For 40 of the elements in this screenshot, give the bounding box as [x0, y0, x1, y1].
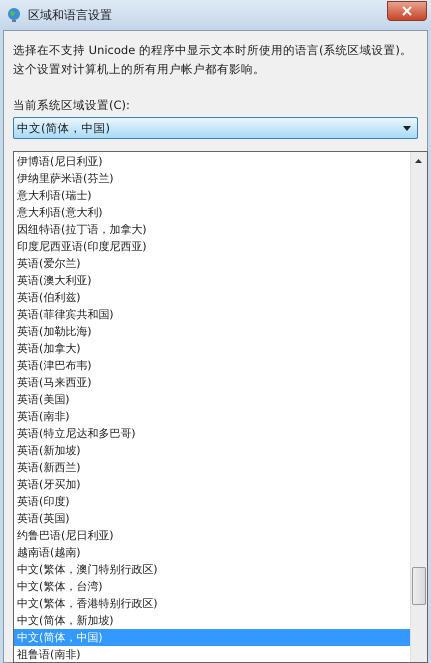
locale-option[interactable]: 伊纳里萨米语(芬兰): [14, 170, 410, 187]
description-text: 选择在不支持 Unicode 的程序中显示文本时所使用的语言(系统区域设置)。这个设置对计算机上的所有用户帐户都有影响。: [13, 42, 413, 78]
locale-option[interactable]: 英语(津巴布韦): [14, 357, 410, 374]
locale-option[interactable]: 因纽特语(拉丁语，加拿大): [14, 221, 410, 238]
scroll-up-icon: [415, 159, 422, 163]
locale-option[interactable]: 英语(印度): [14, 493, 410, 510]
locale-option[interactable]: 英语(菲律宾共和国): [14, 306, 410, 323]
locale-dropdown[interactable]: 中文(简体，中国): [13, 117, 418, 139]
locale-option[interactable]: 中文(繁体，澳门特别行政区): [14, 561, 410, 578]
locale-option[interactable]: 英语(南非): [14, 408, 410, 425]
locale-option[interactable]: 英语(伯利兹): [14, 289, 410, 306]
locale-option[interactable]: 英语(爱尔兰): [14, 255, 410, 272]
locale-option[interactable]: 英语(特立尼达和多巴哥): [14, 425, 410, 442]
locale-option[interactable]: 英语(澳大利亚): [14, 272, 410, 289]
locale-option[interactable]: 祖鲁语(南非): [14, 646, 410, 663]
locale-option[interactable]: 英语(加勒比海): [14, 323, 410, 340]
locale-option[interactable]: 意大利语(瑞士): [14, 187, 410, 204]
locale-option[interactable]: 印度尼西亚语(印度尼西亚): [14, 238, 410, 255]
locale-option[interactable]: 中文(繁体，香港特别行政区): [14, 595, 410, 612]
locale-option[interactable]: 英语(马来西亚): [14, 374, 410, 391]
locale-option[interactable]: 英语(牙买加): [14, 476, 410, 493]
locale-option[interactable]: 英语(新加坡): [14, 442, 410, 459]
locale-label: 当前系统区域设置(C):: [13, 97, 131, 113]
locale-option[interactable]: 中文(简体，新加坡): [14, 612, 410, 629]
globe-icon: [6, 7, 22, 23]
close-icon: [402, 6, 412, 16]
window-title: 区域和语言设置: [28, 6, 113, 24]
locale-option[interactable]: 中文(繁体，台湾): [14, 578, 410, 595]
locale-option[interactable]: 伊博语(尼日利亚): [14, 153, 410, 170]
locale-option[interactable]: 越南语(越南): [14, 544, 410, 561]
scrollbar[interactable]: [410, 152, 427, 662]
locale-option[interactable]: 英语(美国): [14, 391, 410, 408]
locale-option[interactable]: 英语(新西兰): [14, 459, 410, 476]
close-button[interactable]: [387, 1, 427, 21]
locale-option[interactable]: 英语(英国): [14, 510, 410, 527]
locale-option[interactable]: 英语(加拿大): [14, 340, 410, 357]
locale-option[interactable]: 约鲁巴语(尼日利亚): [14, 527, 410, 544]
scrollbar-thumb[interactable]: [412, 567, 426, 605]
locale-option[interactable]: 意大利语(意大利): [14, 204, 410, 221]
caret-icon: [403, 126, 411, 130]
